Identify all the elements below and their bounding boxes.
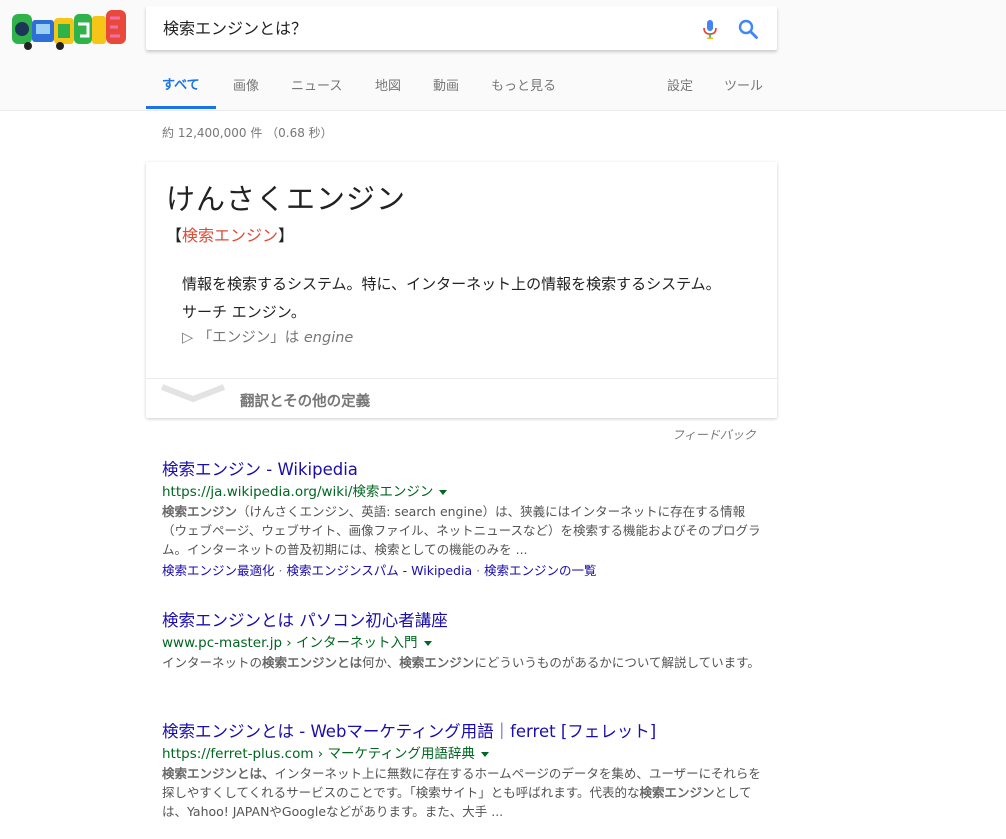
snippet-bold: 検索エンジン	[639, 785, 715, 800]
dictionary-definition: 情報を検索するシステム。特に、インターネット上の情報を検索するシステム。 サーチ…	[182, 270, 772, 326]
definition-line-1: 情報を検索するシステム。特に、インターネット上の情報を検索するシステム。	[182, 275, 721, 293]
tab-videos[interactable]: 動画	[433, 66, 459, 108]
search-result: 検索エンジンとは - Webマーケティング用語｜ferret [フェレット] h…	[162, 721, 772, 821]
headword-text: 検索エンジン	[182, 226, 279, 245]
snippet-bold: 検索エンジン	[162, 504, 238, 519]
snippet-bold: 検索エンジンとは、	[162, 766, 275, 781]
search-result: 検索エンジンとは パソコン初心者講座 www.pc-master.jp › イン…	[162, 610, 772, 672]
tab-tools[interactable]: ツール	[724, 66, 763, 108]
etymology-toggle[interactable]: ▷ 「エンジン」は engine	[182, 326, 353, 347]
sitelink-separator: ·	[472, 563, 485, 578]
snippet-text: （けんさくエンジン、英語: search engine）は、狭義にはインターネッ…	[162, 504, 761, 557]
tab-settings[interactable]: 設定	[667, 66, 693, 108]
definition-line-2: サーチ エンジン。	[182, 303, 306, 321]
result-stats: 約 12,400,000 件 （0.68 秒）	[162, 126, 333, 140]
result-snippet: インターネットの検索エンジンとは何か、検索エンジンにどういうものがあるかについて…	[162, 653, 767, 672]
dictionary-reading: けんさくエンジン	[166, 182, 407, 216]
result-title-link[interactable]: 検索エンジンとは パソコン初心者講座	[162, 610, 772, 632]
tab-maps[interactable]: 地図	[375, 66, 401, 108]
result-url: www.pc-master.jp › インターネット入門	[162, 634, 772, 653]
bracket-close: 】	[278, 226, 295, 245]
result-snippet: 検索エンジンとは、インターネット上に無数に存在するホームページのデータを集め、ユ…	[162, 764, 767, 821]
more-definitions-label: 翻訳とその他の定義	[240, 394, 371, 410]
sitelink[interactable]: 検索エンジン最適化	[162, 563, 275, 578]
tab-images[interactable]: 画像	[233, 66, 259, 108]
search-box[interactable]: 検索エンジンとは？	[146, 6, 777, 50]
result-url: https://ja.wikipedia.org/wiki/検索エンジン	[162, 483, 772, 502]
etymology-word: engine	[303, 330, 354, 346]
search-input[interactable]: 検索エンジンとは？	[163, 6, 307, 52]
result-title-link[interactable]: 検索エンジン - Wikipedia	[162, 459, 772, 481]
snippet-text: 何か、	[362, 655, 400, 670]
url-dropdown-icon[interactable]	[439, 489, 448, 495]
search-tabs: すべて 画像 ニュース 地図 動画 もっと見る 設定 ツール	[146, 66, 776, 110]
result-url: https://ferret-plus.com › マーケティング用語辞典	[162, 745, 772, 764]
snippet-text: にどういうものがあるかについて解説しています。	[474, 655, 760, 670]
tab-more[interactable]: もっと見る	[491, 66, 556, 108]
header-bar: 検索エンジンとは？ すべて 画像 ニュース 地図 動画 もっと見る 設定 ツール	[0, 0, 1006, 111]
result-title-link[interactable]: 検索エンジンとは - Webマーケティング用語｜ferret [フェレット]	[162, 721, 772, 743]
url-dropdown-icon[interactable]	[480, 751, 489, 757]
sitelink[interactable]: 検索エンジンの一覧	[484, 563, 597, 578]
mic-icon[interactable]	[699, 18, 721, 40]
chevron-down-icon	[160, 383, 226, 405]
result-url-text: https://ferret-plus.com › マーケティング用語辞典	[162, 746, 475, 762]
google-doodle-logo[interactable]	[10, 6, 128, 52]
url-dropdown-icon[interactable]	[423, 640, 432, 646]
bracket-open: 【	[166, 226, 183, 245]
search-icon[interactable]	[737, 18, 759, 40]
snippet-bold: 検索エンジン	[399, 655, 475, 670]
tab-news[interactable]: ニュース	[291, 66, 342, 108]
etymology-text: 「エンジン」は	[197, 330, 300, 346]
result-url-text: https://ja.wikipedia.org/wiki/検索エンジン	[162, 484, 434, 500]
result-snippet: 検索エンジン（けんさくエンジン、英語: search engine）は、狭義には…	[162, 502, 767, 559]
play-triangle-icon: ▷	[182, 330, 194, 346]
snippet-bold: 検索エンジンとは	[262, 655, 363, 670]
dictionary-card: けんさくエンジン 【検索エンジン】 情報を検索するシステム。特に、インターネット…	[146, 162, 777, 418]
tab-all[interactable]: すべて	[146, 66, 216, 109]
result-sitelinks: 検索エンジン最適化 · 検索エンジンスパム - Wikipedia · 検索エン…	[162, 560, 772, 581]
sitelink[interactable]: 検索エンジンスパム - Wikipedia	[286, 563, 472, 578]
dictionary-headword: 【検索エンジン】	[166, 222, 294, 246]
feedback-link[interactable]: フィードバック	[672, 426, 756, 443]
result-url-text: www.pc-master.jp › インターネット入門	[162, 635, 418, 651]
sitelink-separator: ·	[274, 563, 287, 578]
search-result: 検索エンジン - Wikipedia https://ja.wikipedia.…	[162, 459, 772, 581]
more-definitions-button[interactable]: 翻訳とその他の定義	[146, 378, 777, 418]
snippet-text: インターネットの	[162, 655, 263, 670]
